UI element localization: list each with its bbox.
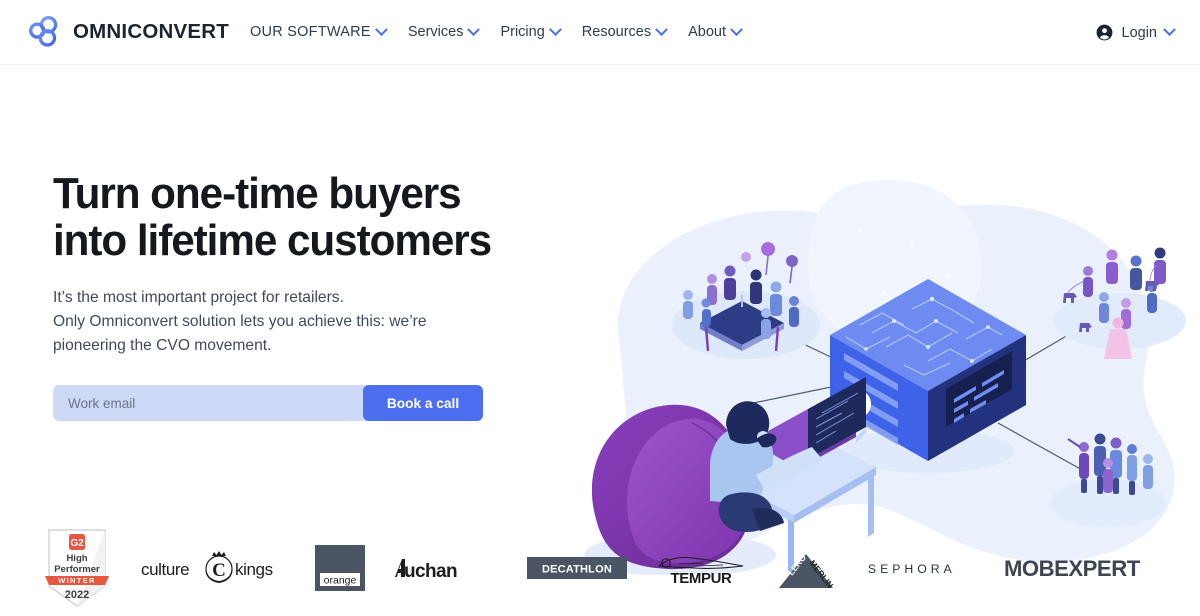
nav-item-pricing[interactable]: Pricing (500, 22, 562, 40)
g2-text-mid: Performer (54, 564, 100, 575)
tempur-wordmark: TEMPUR (671, 570, 733, 586)
g2-high-performer-badge: G2 High Performer WINTER 2022 (41, 528, 113, 608)
brand-logo-link[interactable]: OMNICONVERT (28, 15, 229, 49)
g2-text-top: High (66, 553, 87, 564)
nav-item-our-software[interactable]: OUR SOFTWARE (249, 22, 388, 40)
chevron-down-icon (730, 22, 743, 36)
svg-text:C: C (212, 560, 226, 581)
subcopy-line-2: Only Omniconvert solution lets you achie… (53, 313, 427, 330)
omniconvert-trefoil-logo-icon (28, 15, 62, 49)
subcopy-line-1: It’s the most important project for reta… (53, 289, 344, 306)
customer-logo-strip: G2 High Performer WINTER 2022 culture C … (0, 520, 1200, 616)
subcopy-line-3: pioneering the CVO movement. (53, 337, 272, 354)
decathlon-logo: DECATHLON (527, 557, 627, 579)
work-email-input[interactable] (53, 385, 367, 421)
orange-wordmark: orange (324, 575, 357, 587)
hero-section: Turn one-time buyers into lifetime custo… (0, 65, 1200, 616)
account-circle-icon (1095, 23, 1114, 42)
sephora-wordmark: SEPHORA (868, 562, 956, 576)
headline-line-1: Turn one-time buyers (53, 169, 462, 218)
g2-year-text: 2022 (65, 589, 89, 601)
login-label: Login (1121, 24, 1157, 41)
primary-nav-links: OUR SOFTWARE Services Pricing Resources … (249, 22, 743, 40)
top-navigation-bar: OMNICONVERT OUR SOFTWARE Services Pricin… (0, 0, 1200, 65)
sephora-logo: SEPHORA (863, 560, 973, 577)
nav-item-label: Services (407, 24, 464, 40)
chevron-down-icon (374, 22, 388, 36)
nav-item-resources[interactable]: Resources (581, 22, 668, 40)
chevron-down-icon (655, 22, 668, 36)
nav-item-about[interactable]: About (688, 22, 743, 40)
svg-text:culture: culture (141, 560, 189, 579)
page-title: Turn one-time buyers into lifetime custo… (53, 170, 504, 264)
nav-item-label: Pricing (500, 24, 545, 40)
mobexpert-logo: MOBEXPERT (999, 556, 1159, 581)
chevron-down-icon (1163, 23, 1176, 37)
mobexpert-wordmark: MOBEXPERT (1004, 556, 1141, 581)
culture-kings-logo: culture C kings (139, 551, 289, 585)
nav-item-label: Resources (581, 24, 652, 40)
svg-text:kings: kings (235, 560, 273, 579)
leroy-merlin-logo: LEROY MERLIN (775, 546, 837, 590)
brand-name-text: OMNICONVERT (73, 20, 229, 43)
lead-capture-form: Book a call (53, 385, 483, 421)
svg-text:uchan: uchan (404, 561, 457, 581)
book-a-call-button[interactable]: Book a call (363, 385, 483, 421)
g2-ribbon-text: WINTER (58, 576, 95, 585)
nav-item-label: About (688, 24, 726, 40)
decathlon-wordmark: DECATHLON (542, 564, 612, 576)
chevron-down-icon (548, 22, 562, 36)
headline-line-2: into lifetime customers (53, 216, 492, 265)
login-menu[interactable]: Login (1095, 0, 1176, 65)
auchan-logo: uchan (391, 555, 501, 581)
nav-item-services[interactable]: Services (407, 22, 481, 40)
tempur-logo: TEMPUR (653, 550, 749, 586)
orange-logo: orange (315, 545, 365, 591)
nav-item-label: OUR SOFTWARE (249, 24, 371, 40)
chevron-down-icon (467, 22, 481, 36)
isometric-cvo-network-illustration (560, 175, 1200, 575)
g2-mark-text: G2 (70, 538, 84, 549)
hero-copy-block: Turn one-time buyers into lifetime custo… (53, 170, 523, 421)
hero-subcopy: It’s the most important project for reta… (53, 286, 523, 358)
